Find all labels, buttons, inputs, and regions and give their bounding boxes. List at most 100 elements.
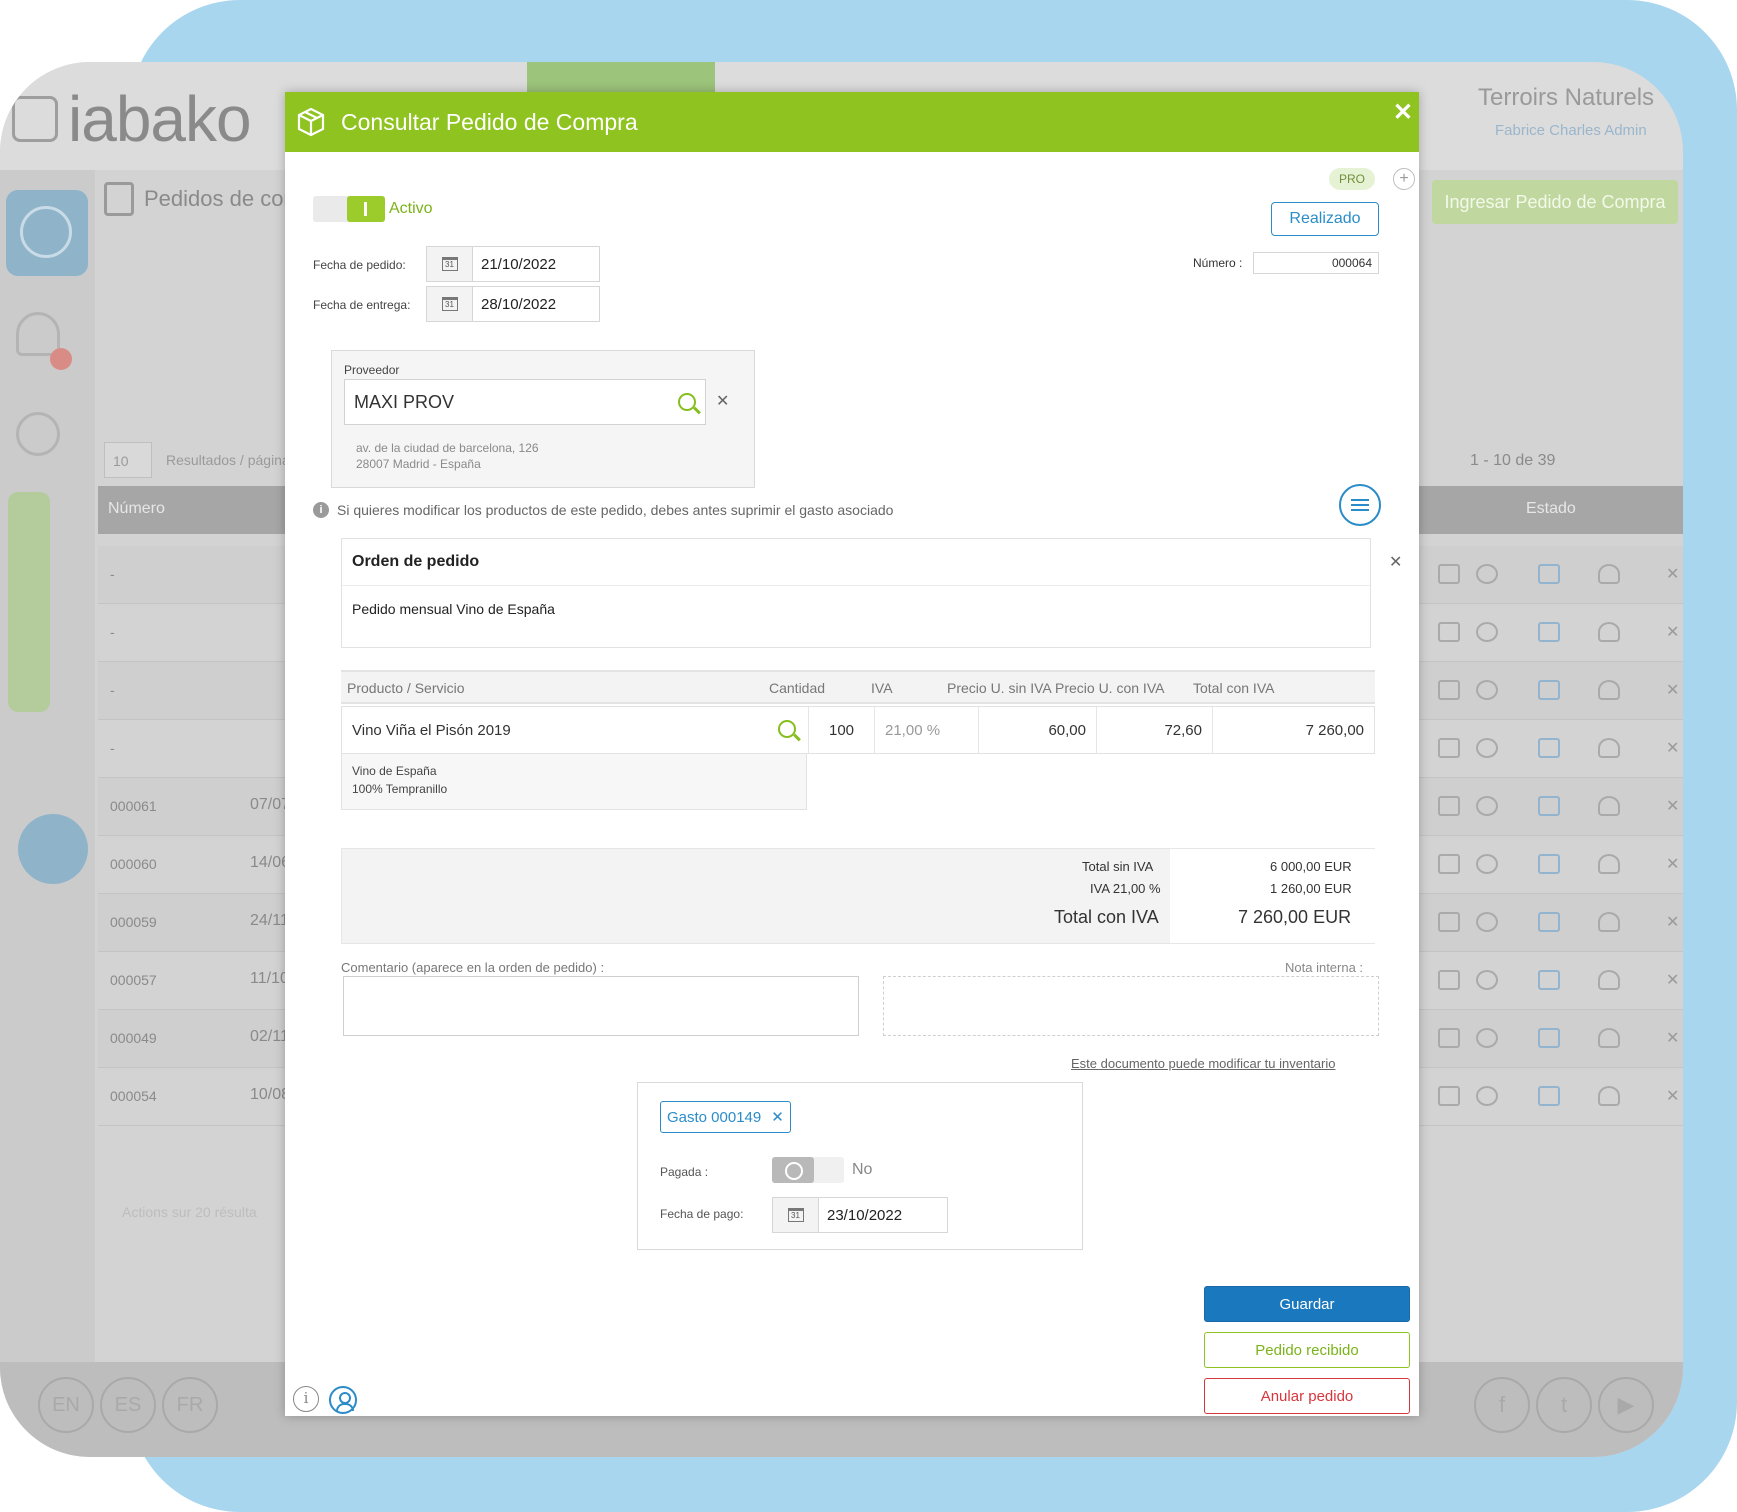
- edit-icon[interactable]: [1538, 970, 1560, 990]
- numero-field[interactable]: 000064: [1253, 252, 1379, 274]
- lang-es-button[interactable]: ES: [100, 1377, 156, 1433]
- cantidad-field[interactable]: 100: [808, 707, 874, 753]
- user-icon[interactable]: [1598, 564, 1620, 584]
- add-purchase-order-button[interactable]: Ingresar Pedido de Compra: [1432, 180, 1678, 224]
- proveedor-input[interactable]: MAXI PROV: [344, 379, 706, 425]
- user-icon[interactable]: [1598, 854, 1620, 874]
- delete-icon[interactable]: ✕: [1666, 622, 1679, 642]
- list-icon[interactable]: [1438, 1086, 1460, 1106]
- product-name-field[interactable]: Vino Viña el Pisón 2019: [342, 707, 808, 753]
- hamburger-menu-icon[interactable]: [1339, 484, 1381, 526]
- edit-icon[interactable]: [1538, 912, 1560, 932]
- per-page-input[interactable]: 10: [104, 442, 152, 478]
- comment-icon[interactable]: [1476, 796, 1498, 816]
- search-icon[interactable]: [678, 393, 696, 411]
- info-icon[interactable]: i: [293, 1386, 319, 1412]
- calendar-icon[interactable]: 31: [427, 247, 473, 281]
- edit-icon[interactable]: [1538, 738, 1560, 758]
- calendar-icon[interactable]: 31: [773, 1198, 819, 1232]
- delete-icon[interactable]: ✕: [1666, 738, 1679, 758]
- list-icon[interactable]: [1438, 738, 1460, 758]
- active-toggle[interactable]: [313, 196, 385, 222]
- iva-field[interactable]: 21,00 %: [874, 707, 978, 753]
- edit-icon[interactable]: [1538, 680, 1560, 700]
- sidebar-menu-button[interactable]: [6, 190, 88, 276]
- comment-icon[interactable]: [1476, 854, 1498, 874]
- comment-icon[interactable]: [1476, 622, 1498, 642]
- user-icon[interactable]: [1598, 622, 1620, 642]
- user-icon[interactable]: [329, 1386, 357, 1414]
- delete-icon[interactable]: ✕: [1666, 970, 1679, 990]
- list-icon[interactable]: [1438, 854, 1460, 874]
- list-icon[interactable]: [1438, 622, 1460, 642]
- proveedor-address-line2: 28007 Madrid - España: [356, 457, 481, 471]
- delete-icon[interactable]: ✕: [1666, 564, 1679, 584]
- close-orden-icon[interactable]: ✕: [1389, 552, 1402, 572]
- delete-icon[interactable]: ✕: [1666, 912, 1679, 932]
- edit-icon[interactable]: [1538, 622, 1560, 642]
- edit-icon[interactable]: [1538, 1086, 1560, 1106]
- delete-icon[interactable]: ✕: [1666, 854, 1679, 874]
- remove-gasto-icon[interactable]: ✕: [771, 1108, 784, 1126]
- nota-interna-textarea[interactable]: [883, 976, 1379, 1036]
- fecha-pedido-field[interactable]: 31 21/10/2022: [426, 246, 600, 282]
- comment-icon[interactable]: [1476, 680, 1498, 700]
- orden-text[interactable]: Pedido mensual Vino de España: [352, 601, 555, 617]
- comentario-textarea[interactable]: [343, 976, 859, 1036]
- sidebar-green-tab[interactable]: [8, 492, 50, 712]
- user-icon[interactable]: [1598, 1086, 1620, 1106]
- total-sin-iva-value: 6 000,00 EUR: [1270, 859, 1352, 874]
- divider: [342, 585, 1370, 586]
- precio-con-iva-field[interactable]: 72,60: [1096, 707, 1212, 753]
- edit-icon[interactable]: [1538, 854, 1560, 874]
- edit-icon[interactable]: [1538, 796, 1560, 816]
- product-description[interactable]: Vino de España 100% Tempranillo: [341, 754, 807, 810]
- list-icon[interactable]: [1438, 680, 1460, 700]
- comment-icon[interactable]: [1476, 738, 1498, 758]
- add-circle-button[interactable]: [18, 814, 88, 884]
- list-icon[interactable]: [1438, 912, 1460, 932]
- lang-en-button[interactable]: EN: [38, 1377, 94, 1433]
- precio-sin-iva-field[interactable]: 60,00: [978, 707, 1096, 753]
- delete-icon[interactable]: ✕: [1666, 1028, 1679, 1048]
- user-icon[interactable]: [1598, 912, 1620, 932]
- comment-icon[interactable]: [1476, 1086, 1498, 1106]
- anular-pedido-button[interactable]: Anular pedido: [1204, 1378, 1410, 1414]
- comment-icon[interactable]: [1476, 1028, 1498, 1048]
- list-icon[interactable]: [1438, 970, 1460, 990]
- edit-icon[interactable]: [1538, 564, 1560, 584]
- twitter-icon[interactable]: t: [1536, 1377, 1592, 1433]
- calendar-icon[interactable]: 31: [427, 287, 473, 321]
- guardar-button[interactable]: Guardar: [1204, 1286, 1410, 1322]
- clock-icon[interactable]: [16, 412, 60, 456]
- pedido-recibido-button[interactable]: Pedido recibido: [1204, 1332, 1410, 1368]
- search-icon[interactable]: [778, 720, 796, 738]
- user-icon[interactable]: [1598, 680, 1620, 700]
- facebook-icon[interactable]: f: [1474, 1377, 1530, 1433]
- edit-icon[interactable]: [1538, 1028, 1560, 1048]
- gasto-tag[interactable]: Gasto 000149 ✕: [660, 1101, 791, 1133]
- delete-icon[interactable]: ✕: [1666, 1086, 1679, 1106]
- inventario-link[interactable]: Este documento puede modificar tu invent…: [1071, 1056, 1336, 1071]
- list-icon[interactable]: [1438, 564, 1460, 584]
- close-icon[interactable]: ✕: [1393, 98, 1413, 127]
- pagada-toggle[interactable]: [772, 1157, 844, 1183]
- delete-icon[interactable]: ✕: [1666, 680, 1679, 700]
- comment-icon[interactable]: [1476, 564, 1498, 584]
- list-icon[interactable]: [1438, 1028, 1460, 1048]
- user-icon[interactable]: [1598, 796, 1620, 816]
- delete-icon[interactable]: ✕: [1666, 796, 1679, 816]
- status-realizado-button[interactable]: Realizado: [1271, 202, 1379, 236]
- plus-icon[interactable]: +: [1393, 168, 1415, 190]
- fecha-entrega-field[interactable]: 31 28/10/2022: [426, 286, 600, 322]
- lang-fr-button[interactable]: FR: [162, 1377, 218, 1433]
- user-icon[interactable]: [1598, 970, 1620, 990]
- clear-proveedor-icon[interactable]: ✕: [716, 391, 729, 411]
- youtube-icon[interactable]: ▶: [1598, 1377, 1654, 1433]
- comment-icon[interactable]: [1476, 970, 1498, 990]
- fecha-pago-field[interactable]: 31 23/10/2022: [772, 1197, 948, 1233]
- user-icon[interactable]: [1598, 738, 1620, 758]
- comment-icon[interactable]: [1476, 912, 1498, 932]
- list-icon[interactable]: [1438, 796, 1460, 816]
- user-icon[interactable]: [1598, 1028, 1620, 1048]
